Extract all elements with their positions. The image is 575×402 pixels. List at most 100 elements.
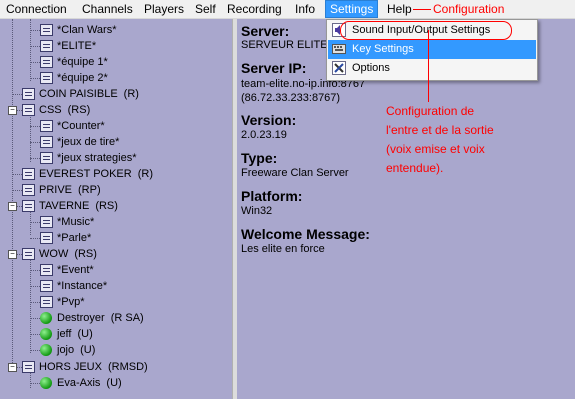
tree-branch-line: [30, 334, 40, 335]
tree-channel-item[interactable]: *Clan Wars*: [57, 22, 117, 38]
tree-user-item[interactable]: Destroyer (R SA): [57, 310, 144, 326]
tree-channel-item[interactable]: CSS (RS): [39, 102, 90, 118]
tree-channel-item[interactable]: *Pvp*: [57, 294, 85, 310]
tree-branch-line: [12, 94, 22, 95]
channel-flags: (RS): [95, 200, 118, 212]
channel-icon: [22, 361, 35, 373]
channel-icon: [22, 104, 35, 116]
tree-channel-item[interactable]: *jeux strategies*: [57, 150, 137, 166]
tree-channel-item[interactable]: *Event*: [57, 262, 94, 278]
channel-name: *équipe 1*: [57, 56, 108, 68]
menu-item-label: Options: [352, 62, 390, 74]
tree-channel-item[interactable]: WOW (RS): [39, 246, 97, 262]
tree-channel-item[interactable]: EVEREST POKER (R): [39, 166, 153, 182]
tree-user-item[interactable]: jeff (U): [57, 326, 93, 342]
menu-item-key-settings[interactable]: Key Settings: [328, 40, 536, 59]
tree-channel-item[interactable]: PRIVE (RP): [39, 182, 101, 198]
tree-channel-item[interactable]: *Parle*: [57, 230, 91, 246]
annotation-note-line-3: (voix emise et voix: [386, 142, 485, 156]
tree-branch-line: [30, 318, 40, 319]
collapse-toggle-icon[interactable]: −: [8, 106, 17, 115]
channel-name: *jeux de tire*: [57, 136, 120, 148]
tree-channel-item[interactable]: *ELITE*: [57, 38, 96, 54]
menu-item-options[interactable]: Options: [328, 59, 536, 78]
tree-branch-line: [30, 30, 40, 31]
welcome-message-value: Les elite en force: [241, 243, 325, 255]
user-status-icon: [40, 377, 52, 389]
menu-players[interactable]: Players: [140, 1, 188, 17]
user-name: Destroyer: [57, 312, 105, 324]
server-value: SERVEUR ELITE: [241, 39, 328, 51]
channel-name: COIN PAISIBLE: [39, 88, 118, 100]
tree-branch-line: [12, 190, 22, 191]
tree-branch-line: [30, 126, 40, 127]
tree-channel-item[interactable]: *équipe 2*: [57, 70, 108, 86]
menu-recording[interactable]: Recording: [223, 1, 286, 17]
menu-channels[interactable]: Channels: [78, 1, 137, 17]
channel-flags: (R): [137, 168, 153, 180]
user-flags: (U): [80, 344, 96, 356]
channel-icon: [40, 264, 53, 276]
channel-icon: [22, 88, 35, 100]
channel-icon: [40, 72, 53, 84]
tree-branch-line: [30, 270, 40, 271]
annotation-note-line-1: Configuration de: [386, 104, 475, 118]
channel-name: *jeux strategies*: [57, 152, 137, 164]
collapse-toggle-icon[interactable]: −: [8, 363, 17, 372]
channel-name: *Counter*: [57, 120, 105, 132]
tree-channel-item[interactable]: *Counter*: [57, 118, 105, 134]
annotation-vertical-line: [428, 30, 429, 102]
menu-info[interactable]: Info: [291, 1, 319, 17]
tree-channel-item[interactable]: *jeux de tire*: [57, 134, 119, 150]
options-icon: [332, 61, 346, 75]
channel-name: PRIVE: [39, 184, 73, 196]
type-label: Type:: [241, 150, 278, 166]
user-status-icon: [40, 344, 52, 356]
tree-channel-item[interactable]: *Instance*: [57, 278, 107, 294]
channel-name: *Pvp*: [57, 296, 85, 308]
menu-connection[interactable]: Connection: [2, 1, 71, 17]
tree-user-item[interactable]: Eva-Axis (U): [57, 375, 122, 391]
channel-icon: [40, 56, 53, 68]
annotation-note-line-2: l'entre et de la sortie: [386, 123, 494, 137]
channel-flags: (RP): [78, 184, 101, 196]
platform-value: Win32: [241, 205, 273, 217]
channel-name: CSS: [39, 104, 62, 116]
menu-settings[interactable]: Settings: [325, 0, 379, 18]
menu-help[interactable]: Help: [383, 1, 416, 17]
channel-flags: (RS): [67, 104, 91, 116]
channel-icon: [40, 296, 53, 308]
type-value: Freeware Clan Server: [241, 167, 349, 179]
user-flags: (U): [106, 377, 122, 389]
welcome-message-label: Welcome Message:: [241, 226, 370, 242]
tree-user-item[interactable]: jojo (U): [57, 342, 95, 358]
channel-name: *Music*: [57, 216, 95, 228]
server-ip-label: Server IP:: [241, 60, 307, 76]
user-flags: (U): [77, 328, 93, 340]
menu-self[interactable]: Self: [191, 1, 220, 17]
server-ip-address: (86.72.33.233:8767): [241, 92, 341, 104]
tree-branch-line: [30, 142, 40, 143]
channel-icon: [40, 216, 53, 228]
channel-icon: [40, 280, 53, 292]
channel-tree[interactable]: *Clan Wars* *ELITE* *équipe 1* *équipe 2* CO…: [0, 19, 232, 399]
channel-flags: (R): [123, 88, 139, 100]
channel-flags: (RMSD): [107, 361, 148, 373]
version-value: 2.0.23.19: [241, 129, 287, 141]
tree-guide-line: [30, 19, 31, 81]
tree-channel-item[interactable]: *équipe 1*: [57, 54, 108, 70]
tree-branch-line: [30, 350, 40, 351]
tree-channel-item[interactable]: *Music*: [57, 214, 94, 230]
tree-branch-line: [12, 174, 22, 175]
channel-icon: [40, 24, 53, 36]
server-label: Server:: [241, 23, 290, 39]
collapse-toggle-icon[interactable]: −: [8, 250, 17, 259]
channel-name: *ELITE*: [57, 40, 97, 52]
tree-channel-item[interactable]: HORS JEUX (RMSD): [39, 359, 148, 375]
annotation-highlight-oval: [340, 21, 512, 40]
user-name: Eva-Axis: [57, 377, 101, 389]
tree-channel-item[interactable]: COIN PAISIBLE (R): [39, 86, 139, 102]
collapse-toggle-icon[interactable]: −: [8, 202, 17, 211]
tree-channel-item[interactable]: TAVERNE (RS): [39, 198, 118, 214]
channel-icon: [22, 168, 35, 180]
